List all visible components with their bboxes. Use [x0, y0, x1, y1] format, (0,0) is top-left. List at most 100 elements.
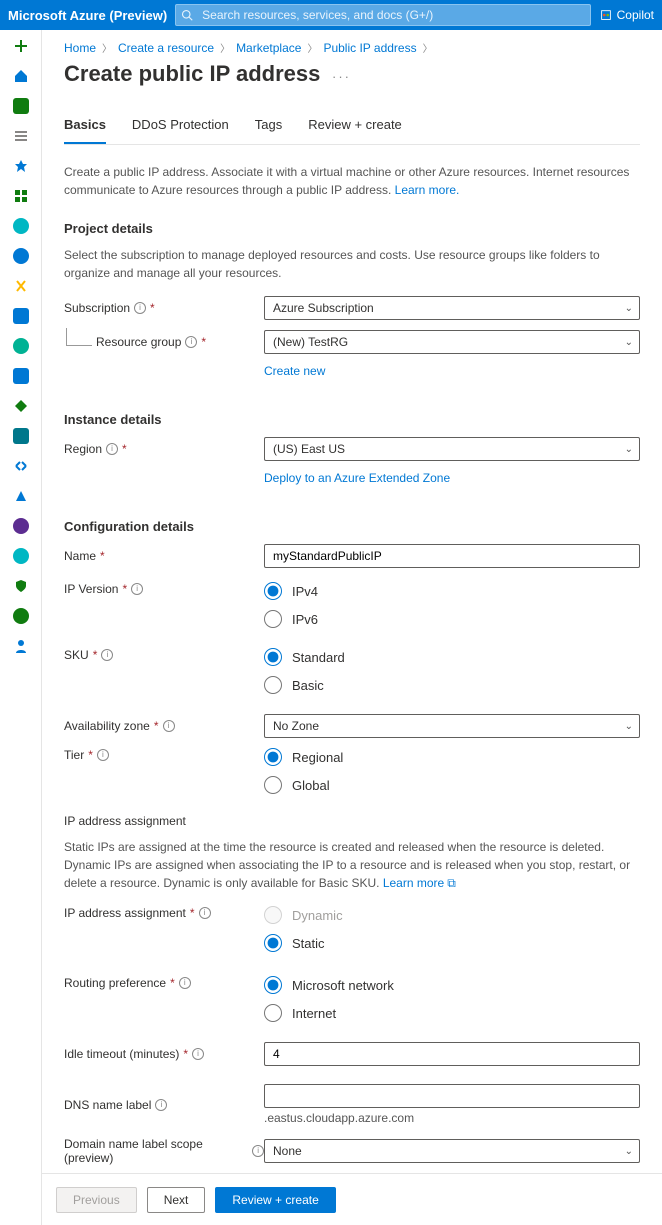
required-indicator: *	[88, 748, 93, 762]
sidebar-item-aad[interactable]	[11, 486, 31, 506]
info-icon[interactable]: i	[97, 749, 109, 761]
sidebar-item-dashboard[interactable]	[11, 96, 31, 116]
info-icon[interactable]: i	[134, 302, 146, 314]
breadcrumb-create-resource[interactable]: Create a resource	[118, 41, 214, 55]
tier-regional-radio[interactable]: Regional	[264, 748, 640, 766]
copilot-button[interactable]: Copilot	[599, 8, 654, 22]
next-button[interactable]: Next	[147, 1187, 206, 1213]
sidebar-item-support[interactable]	[11, 636, 31, 656]
sidebar-item-add[interactable]	[11, 36, 31, 56]
project-details-heading: Project details	[64, 221, 640, 236]
domain-scope-label: Domain name label scope (preview) i	[64, 1137, 264, 1165]
region-field: Region i * (US) East US ⌄	[64, 437, 640, 461]
idle-timeout-input[interactable]	[273, 1047, 617, 1061]
breadcrumb-home[interactable]: Home	[64, 41, 96, 55]
tab-basics[interactable]: Basics	[64, 111, 106, 144]
name-input[interactable]	[273, 549, 617, 563]
name-label: Name *	[64, 549, 264, 563]
resource-group-field: Resource group i * (New) TestRG ⌄	[64, 330, 640, 354]
sku-standard-radio[interactable]: Standard	[264, 648, 640, 666]
chevron-down-icon: ⌄	[625, 1146, 633, 1157]
sidebar-item-storage[interactable]	[11, 426, 31, 446]
idle-timeout-label: Idle timeout (minutes) * i	[64, 1047, 264, 1061]
info-icon[interactable]: i	[199, 907, 211, 919]
sidebar-item-grid[interactable]	[11, 186, 31, 206]
chevron-down-icon: ⌄	[625, 444, 633, 455]
top-bar: Microsoft Azure (Preview) Copilot	[0, 0, 662, 30]
ipv6-radio[interactable]: IPv6	[264, 610, 640, 628]
tab-review[interactable]: Review + create	[308, 111, 402, 144]
info-icon[interactable]: i	[192, 1048, 204, 1060]
sidebar-item-advisor[interactable]	[11, 546, 31, 566]
sku-label: SKU * i	[64, 648, 264, 662]
main-content: Home 〉 Create a resource 〉 Marketplace 〉…	[42, 30, 662, 1225]
info-icon[interactable]: i	[252, 1145, 264, 1157]
resource-group-label: Resource group i *	[64, 335, 264, 349]
chevron-right-icon: 〉	[102, 40, 112, 55]
assignment-static-radio[interactable]: Static	[264, 934, 640, 952]
sku-basic-radio[interactable]: Basic	[264, 676, 640, 694]
review-create-button[interactable]: Review + create	[215, 1187, 335, 1213]
tab-tags[interactable]: Tags	[255, 111, 282, 144]
availability-zone-value: No Zone	[273, 719, 319, 733]
breadcrumb-public-ip[interactable]: Public IP address	[323, 41, 416, 55]
subscription-select[interactable]: Azure Subscription ⌄	[264, 296, 640, 320]
tier-global-radio[interactable]: Global	[264, 776, 640, 794]
info-icon[interactable]: i	[101, 649, 113, 661]
sidebar-item-home[interactable]	[11, 66, 31, 86]
region-select[interactable]: (US) East US ⌄	[264, 437, 640, 461]
tab-ddos[interactable]: DDoS Protection	[132, 111, 229, 144]
ipv4-radio[interactable]: IPv4	[264, 582, 640, 600]
domain-scope-value: None	[273, 1144, 302, 1158]
required-indicator: *	[183, 1047, 188, 1061]
availability-zone-select[interactable]: No Zone ⌄	[264, 714, 640, 738]
intro-text-content: Create a public IP address. Associate it…	[64, 165, 629, 197]
ip-assignment-field: IP address assignment * i Dynamic Static	[64, 906, 640, 962]
sidebar-item-lb[interactable]	[11, 396, 31, 416]
routing-ms-radio[interactable]: Microsoft network	[264, 976, 640, 994]
domain-scope-select[interactable]: None ⌄	[264, 1139, 640, 1163]
intro-learn-more-link[interactable]: Learn more.	[395, 183, 460, 197]
required-indicator: *	[201, 335, 206, 349]
subscription-field: Subscription i * Azure Subscription ⌄	[64, 296, 640, 320]
info-icon[interactable]: i	[106, 443, 118, 455]
info-icon[interactable]: i	[185, 336, 197, 348]
info-icon[interactable]: i	[179, 977, 191, 989]
routing-preference-label: Routing preference * i	[64, 976, 264, 990]
resource-group-select[interactable]: (New) TestRG ⌄	[264, 330, 640, 354]
sidebar-item-security[interactable]	[11, 576, 31, 596]
breadcrumb-marketplace[interactable]: Marketplace	[236, 41, 301, 55]
ip-version-label: IP Version * i	[64, 582, 264, 596]
sidebar-item-star[interactable]	[11, 156, 31, 176]
sidebar-item-cosmos[interactable]	[11, 336, 31, 356]
deploy-extended-zone-link[interactable]: Deploy to an Azure Extended Zone	[264, 471, 450, 485]
search-input[interactable]	[175, 4, 590, 26]
info-icon[interactable]: i	[163, 720, 175, 732]
more-icon[interactable]: ···	[332, 69, 351, 84]
routing-internet-radio[interactable]: Internet	[264, 1004, 640, 1022]
dns-name-field: DNS name label i .eastus.cloudapp.azure.…	[64, 1084, 640, 1125]
sidebar-item-monitor[interactable]	[11, 516, 31, 536]
assignment-learn-more-link[interactable]: Learn more⧉	[383, 876, 456, 890]
sidebar-item-kube[interactable]	[11, 216, 31, 236]
required-indicator: *	[150, 301, 155, 315]
create-new-rg-link[interactable]: Create new	[264, 364, 325, 378]
dns-name-input[interactable]	[273, 1089, 617, 1103]
sidebar	[0, 30, 42, 1225]
info-icon[interactable]: i	[131, 583, 143, 595]
required-indicator: *	[170, 976, 175, 990]
copilot-icon	[599, 8, 613, 22]
sidebar-item-cost[interactable]	[11, 606, 31, 626]
sidebar-item-func[interactable]	[11, 276, 31, 296]
chevron-right-icon: 〉	[220, 40, 230, 55]
subscription-value: Azure Subscription	[273, 301, 374, 315]
ip-assignment-subheading: IP address assignment	[64, 814, 640, 828]
sidebar-item-vm[interactable]	[11, 366, 31, 386]
sidebar-item-globe[interactable]	[11, 246, 31, 266]
sidebar-item-sql[interactable]	[11, 306, 31, 326]
required-indicator: *	[100, 549, 105, 563]
sidebar-item-vnet[interactable]	[11, 456, 31, 476]
info-icon[interactable]: i	[155, 1099, 167, 1111]
sidebar-item-menu[interactable]	[11, 126, 31, 146]
intro-text: Create a public IP address. Associate it…	[64, 163, 640, 199]
